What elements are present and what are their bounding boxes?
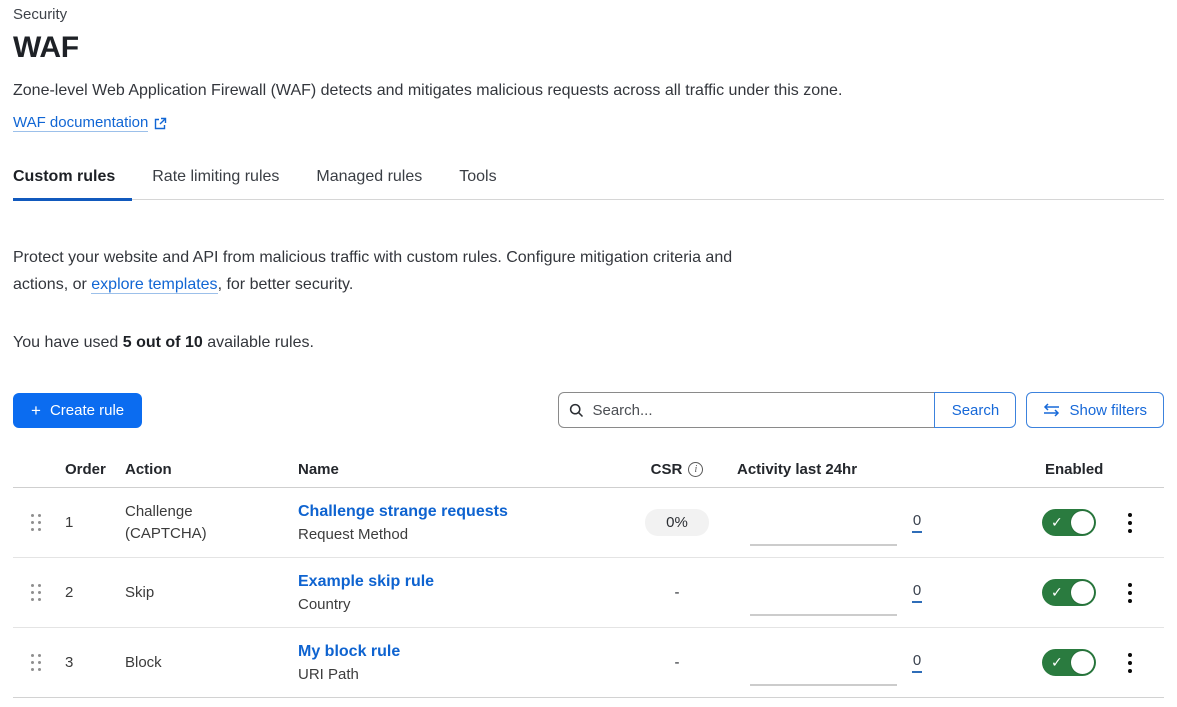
table-header: Order Action Name CSR i Activity last 24…	[13, 452, 1164, 488]
search-button[interactable]: Search	[934, 392, 1016, 428]
activity-count-link[interactable]: 0	[912, 512, 922, 533]
rule-order: 3	[65, 654, 125, 671]
csr-value: -	[675, 654, 680, 671]
page-description: Zone-level Web Application Firewall (WAF…	[13, 82, 1164, 100]
drag-handle-icon[interactable]	[31, 514, 65, 532]
waf-documentation-link[interactable]: WAF documentation	[13, 114, 148, 132]
rule-order: 1	[65, 514, 125, 531]
enabled-toggle[interactable]: ✓	[1042, 649, 1096, 676]
check-icon: ✓	[1051, 514, 1063, 531]
activity-sparkline	[750, 500, 897, 546]
page-title: WAF	[13, 31, 1164, 65]
table-row: 2 Skip Example skip rule Country - 0 ✓	[13, 558, 1164, 628]
usage-text: You have used 5 out of 10 available rule…	[13, 334, 1164, 352]
tab-rate-limiting-rules[interactable]: Rate limiting rules	[152, 168, 296, 199]
plus-icon: +	[31, 402, 41, 419]
toggle-knob	[1071, 511, 1094, 534]
rule-action: Challenge (CAPTCHA)	[125, 501, 230, 545]
tab-tools[interactable]: Tools	[459, 168, 513, 199]
info-icon[interactable]: i	[688, 462, 703, 477]
table-row: 3 Block My block rule URI Path - 0 ✓	[13, 628, 1164, 698]
check-icon: ✓	[1051, 584, 1063, 601]
rule-action: Block	[125, 652, 230, 674]
tab-managed-rules[interactable]: Managed rules	[316, 168, 439, 199]
rule-name-link[interactable]: Example skip rule	[298, 573, 617, 591]
activity-sparkline	[750, 640, 897, 686]
enabled-toggle[interactable]: ✓	[1042, 579, 1096, 606]
waf-page: Security WAF Zone-level Web Application …	[0, 0, 1177, 698]
col-enabled: Enabled	[1045, 461, 1096, 478]
activity-count-link[interactable]: 0	[912, 582, 922, 603]
breadcrumb: Security	[13, 6, 1164, 23]
usage-count: 5 out of 10	[123, 334, 203, 351]
toggle-knob	[1071, 581, 1094, 604]
explore-templates-link[interactable]: explore templates	[91, 276, 217, 294]
intro-after: , for better security.	[218, 276, 354, 293]
csr-value: 0%	[645, 509, 709, 536]
rule-match-field: Request Method	[298, 526, 617, 543]
swap-arrows-icon	[1043, 403, 1060, 417]
rule-name-link[interactable]: My block rule	[298, 643, 617, 661]
toolbar: + Create rule Search	[13, 392, 1164, 428]
show-filters-button[interactable]: Show filters	[1026, 392, 1164, 428]
show-filters-label: Show filters	[1069, 402, 1147, 419]
col-activity: Activity last 24hr	[737, 461, 937, 478]
table-row: 1 Challenge (CAPTCHA) Challenge strange …	[13, 488, 1164, 558]
rule-match-field: Country	[298, 596, 617, 613]
intro-text: Protect your website and API from malici…	[13, 244, 758, 298]
rule-name-link[interactable]: Challenge strange requests	[298, 503, 617, 521]
col-csr: CSR	[651, 461, 683, 478]
usage-suffix: available rules.	[203, 334, 314, 351]
rule-order: 2	[65, 584, 125, 601]
drag-handle-icon[interactable]	[31, 654, 65, 672]
toggle-knob	[1071, 651, 1094, 674]
col-order: Order	[65, 461, 125, 478]
drag-handle-icon[interactable]	[31, 584, 65, 602]
activity-count-link[interactable]: 0	[912, 652, 922, 673]
search-box	[558, 392, 935, 428]
create-rule-button[interactable]: + Create rule	[13, 393, 142, 428]
kebab-menu-icon[interactable]	[1120, 649, 1140, 677]
usage-prefix: You have used	[13, 334, 123, 351]
rules-table-body: 1 Challenge (CAPTCHA) Challenge strange …	[13, 488, 1164, 698]
kebab-menu-icon[interactable]	[1120, 579, 1140, 607]
rule-match-field: URI Path	[298, 666, 617, 683]
activity-sparkline	[750, 570, 897, 616]
check-icon: ✓	[1051, 654, 1063, 671]
tab-bar: Custom rules Rate limiting rules Managed…	[13, 168, 1164, 200]
search-input[interactable]	[592, 402, 924, 419]
tab-custom-rules[interactable]: Custom rules	[13, 168, 132, 199]
external-link-icon	[154, 117, 167, 130]
kebab-menu-icon[interactable]	[1120, 509, 1140, 537]
csr-value: -	[675, 584, 680, 601]
rule-action: Skip	[125, 582, 230, 604]
col-name: Name	[298, 461, 617, 478]
col-action: Action	[125, 461, 298, 478]
enabled-toggle[interactable]: ✓	[1042, 509, 1096, 536]
create-rule-label: Create rule	[50, 402, 124, 419]
search-icon	[569, 403, 584, 418]
